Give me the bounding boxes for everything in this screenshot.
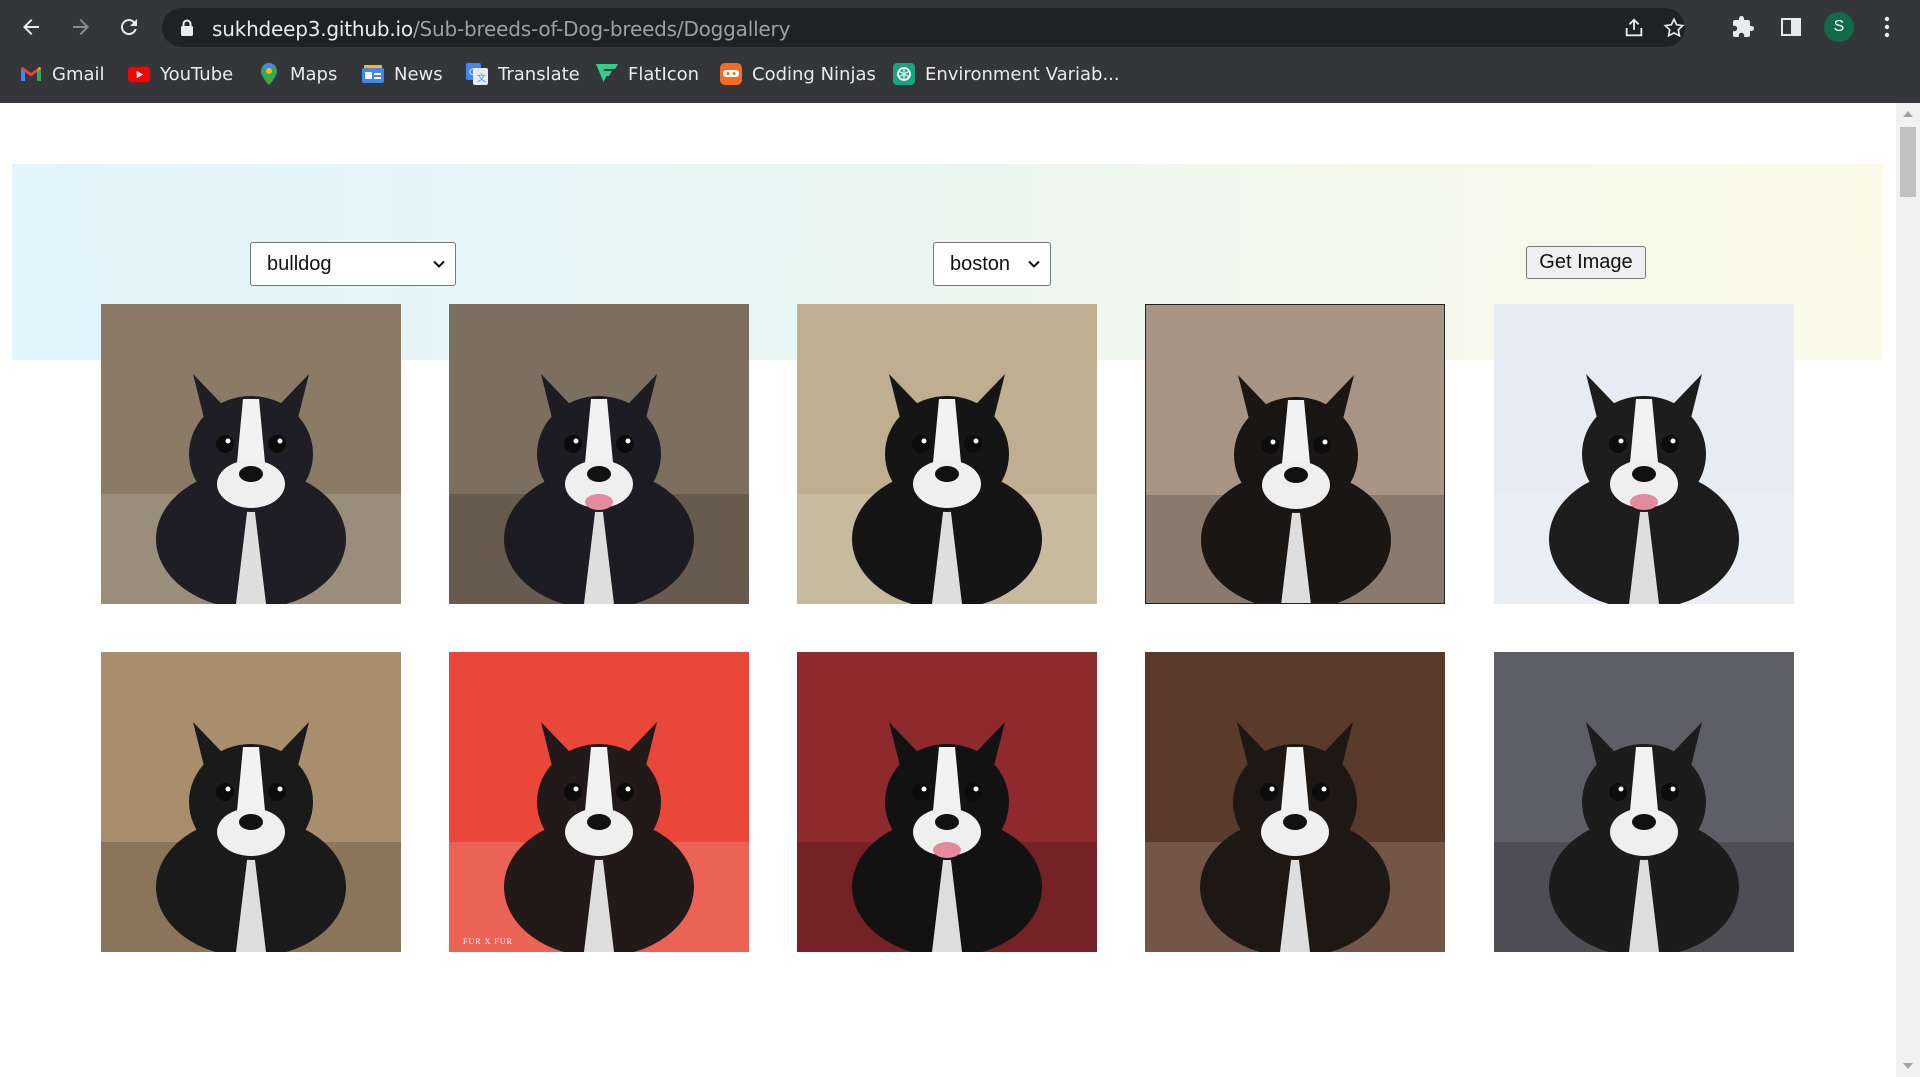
bookmarks-bar: Gmail YouTube Maps News G文 Translate Fla…	[0, 58, 1920, 90]
sub-breed-select-value: boston	[950, 252, 1011, 275]
chevron-down-icon	[1028, 260, 1040, 268]
bookmark-environment-variables[interactable]: Environment Variab...	[893, 58, 1120, 90]
url-host: sukhdeep3.github.io	[212, 17, 413, 41]
bookmark-gmail[interactable]: Gmail	[20, 58, 105, 90]
scroll-down-arrow-icon[interactable]	[1903, 1063, 1913, 1069]
side-panel-icon[interactable]	[1776, 12, 1806, 42]
dog-image	[449, 304, 749, 604]
dog-image	[1494, 652, 1794, 952]
lock-icon	[180, 19, 194, 42]
sub-breed-select[interactable]: boston	[933, 242, 1051, 286]
vertical-scrollbar[interactable]	[1896, 103, 1920, 1077]
get-image-button[interactable]: Get Image	[1526, 246, 1646, 279]
forward-button[interactable]	[66, 12, 96, 42]
url-path: /Sub-breeds-of-Dog-breeds/Doggallery	[412, 17, 791, 41]
bookmark-coding-ninjas[interactable]: Coding Ninjas	[720, 58, 876, 90]
bookmark-label: FlatIcon	[628, 63, 700, 85]
watermark-text: FUR X FUR	[463, 937, 513, 946]
bookmark-label: Environment Variab...	[925, 63, 1120, 85]
openai-icon	[893, 63, 915, 85]
svg-text:文: 文	[477, 72, 486, 84]
dog-image: FUR X FUR	[449, 652, 749, 952]
svg-text:G: G	[469, 68, 476, 78]
back-button[interactable]	[16, 12, 46, 42]
bookmark-news[interactable]: News	[362, 58, 443, 90]
url-text: sukhdeep3.github.io/Sub-breeds-of-Dog-br…	[212, 17, 790, 41]
address-bar[interactable]: sukhdeep3.github.io/Sub-breeds-of-Dog-br…	[162, 8, 1685, 47]
dog-image	[1145, 304, 1445, 604]
chevron-down-icon	[433, 260, 445, 268]
reload-button[interactable]	[114, 12, 144, 42]
dog-image	[1145, 652, 1445, 952]
scroll-up-arrow-icon[interactable]	[1903, 111, 1913, 117]
dog-image	[797, 304, 1097, 604]
dog-image	[101, 652, 401, 952]
bookmark-flaticon[interactable]: FlatIcon	[596, 58, 699, 90]
coding-ninjas-icon	[720, 63, 742, 85]
flaticon-icon	[596, 63, 618, 85]
gmail-icon	[20, 63, 42, 85]
forward-arrow-icon	[73, 19, 89, 35]
bookmark-label: Gmail	[52, 63, 105, 85]
extensions-icon[interactable]	[1728, 12, 1758, 42]
back-arrow-icon	[23, 19, 39, 35]
dog-image	[1494, 304, 1794, 604]
menu-kebab-icon[interactable]	[1872, 12, 1902, 42]
bookmark-label: Coding Ninjas	[752, 63, 876, 85]
news-icon	[362, 63, 384, 85]
share-icon[interactable]	[1622, 16, 1646, 40]
browser-chrome: sukhdeep3.github.io/Sub-breeds-of-Dog-br…	[0, 0, 1920, 103]
bookmark-label: YouTube	[160, 63, 234, 85]
bookmark-star-icon[interactable]	[1662, 16, 1686, 40]
scroll-thumb[interactable]	[1900, 127, 1916, 197]
browser-toolbar: sukhdeep3.github.io/Sub-breeds-of-Dog-br…	[0, 0, 1920, 54]
bookmark-label: Maps	[290, 63, 338, 85]
bookmark-label: News	[394, 63, 443, 85]
bookmark-label: Translate	[498, 63, 580, 85]
page-content: bulldog boston Get Image FUR X FUR	[0, 103, 1896, 1077]
translate-icon: G文	[466, 63, 488, 85]
bookmark-youtube[interactable]: YouTube	[128, 58, 233, 90]
dog-image	[101, 304, 401, 604]
youtube-icon	[128, 63, 150, 85]
dog-image	[797, 652, 1097, 952]
maps-icon	[258, 63, 280, 85]
reload-icon	[120, 19, 137, 36]
breed-select[interactable]: bulldog	[250, 242, 456, 286]
profile-avatar[interactable]: S	[1824, 12, 1854, 42]
bookmark-translate[interactable]: G文 Translate	[466, 58, 580, 90]
bookmark-maps[interactable]: Maps	[258, 58, 337, 90]
breed-select-value: bulldog	[267, 252, 332, 275]
